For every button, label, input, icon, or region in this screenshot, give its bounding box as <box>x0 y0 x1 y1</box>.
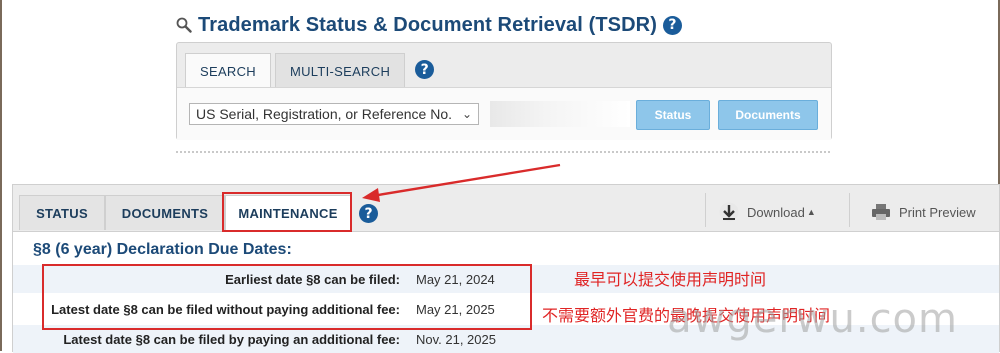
earliest-annotation: 最早可以提交使用声明时间 <box>574 270 767 289</box>
watermark: awgerwu.com <box>667 296 958 342</box>
